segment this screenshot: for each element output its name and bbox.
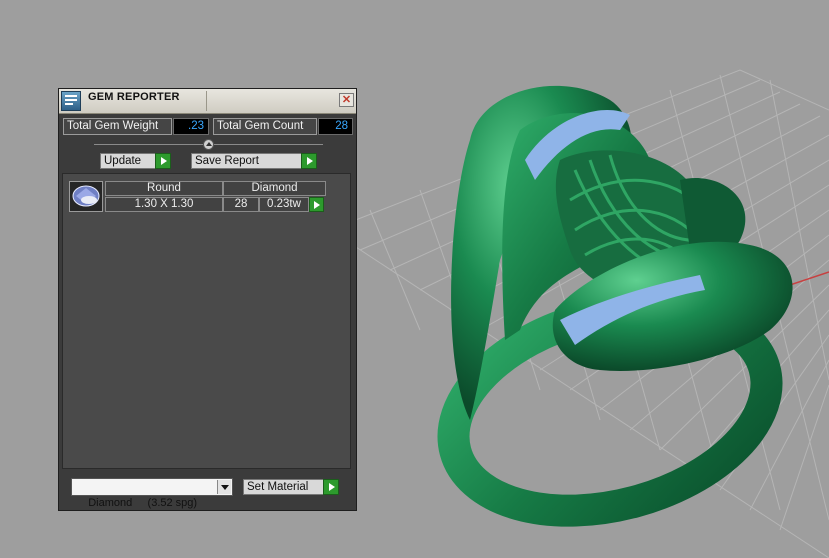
chevron-down-icon[interactable] <box>217 480 231 494</box>
play-icon <box>301 153 317 169</box>
ring-model <box>437 85 793 527</box>
update-button-label: Update <box>104 155 142 167</box>
panel-title: GEM REPORTER <box>88 91 180 103</box>
total-gem-count-value: 28 <box>318 118 353 135</box>
set-material-button-label: Set Material <box>247 481 309 493</box>
total-gem-weight-value: .23 <box>173 118 209 135</box>
save-report-button[interactable]: Save Report <box>191 153 317 169</box>
play-icon <box>323 479 339 495</box>
panel-slider-knob[interactable] <box>203 139 214 150</box>
gem-count-cell: 28 <box>223 197 259 212</box>
title-divider <box>206 91 207 111</box>
gem-weight-cell: 0.23tw <box>259 197 309 212</box>
gem-shape-cell: Round <box>105 181 223 196</box>
material-select[interactable]: Diamond (3.52 spg) <box>71 478 233 509</box>
total-gem-weight-label: Total Gem Weight <box>63 118 172 135</box>
gem-reporter-panel: GEM REPORTER ✕ Total Gem Weight .23 Tota… <box>58 88 357 511</box>
panel-titlebar[interactable]: GEM REPORTER ✕ <box>59 89 356 114</box>
play-icon <box>155 153 171 169</box>
gem-reporter-icon <box>61 91 81 111</box>
round-gem-icon <box>69 181 103 212</box>
gem-list: Round Diamond 1.30 X 1.30 28 0.23tw <box>62 173 351 469</box>
gem-material-cell: Diamond <box>223 181 326 196</box>
play-icon[interactable] <box>309 197 324 212</box>
close-icon[interactable]: ✕ <box>339 93 354 107</box>
gem-size-cell: 1.30 X 1.30 <box>105 197 223 212</box>
save-report-button-label: Save Report <box>195 155 259 167</box>
set-material-button[interactable]: Set Material <box>243 479 339 495</box>
total-gem-count-label: Total Gem Count <box>213 118 317 135</box>
update-button[interactable]: Update <box>100 153 171 169</box>
material-select-value: Diamond (3.52 spg) <box>88 497 198 509</box>
